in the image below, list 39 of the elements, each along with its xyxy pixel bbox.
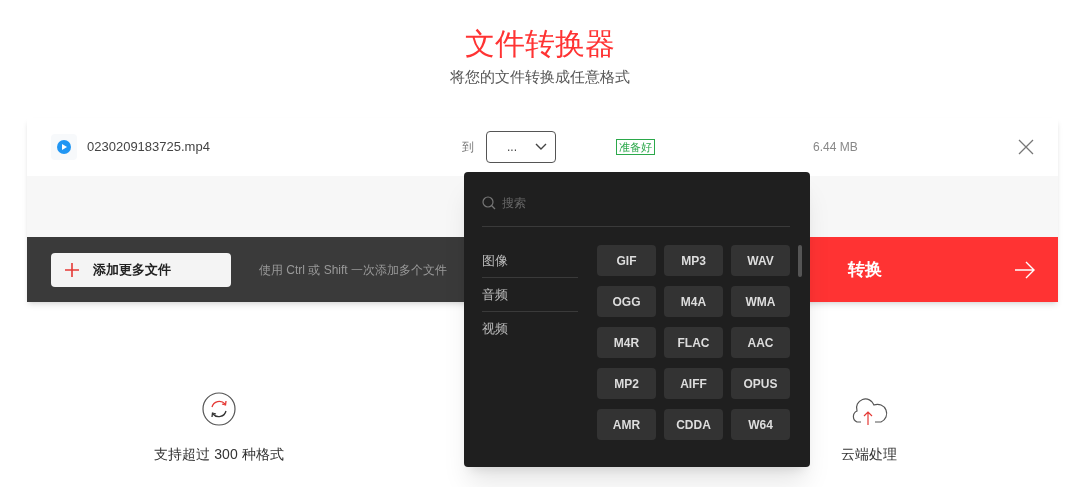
format-option[interactable]: FLAC bbox=[664, 327, 723, 358]
file-size: 6.44 MB bbox=[813, 139, 858, 156]
convert-button[interactable]: 转换 bbox=[810, 237, 1058, 302]
refresh-icon bbox=[202, 392, 236, 426]
to-label: 到 bbox=[462, 139, 474, 156]
format-select[interactable]: ... bbox=[486, 131, 556, 163]
format-option[interactable]: M4R bbox=[597, 327, 656, 358]
arrow-right-icon bbox=[1014, 260, 1036, 279]
category-item[interactable]: 视频 bbox=[482, 319, 508, 339]
format-option[interactable]: AAC bbox=[731, 327, 790, 358]
format-option[interactable]: AIFF bbox=[664, 368, 723, 399]
category-item[interactable]: 图像 bbox=[482, 250, 508, 271]
add-files-button[interactable]: 添加更多文件 bbox=[51, 252, 231, 287]
feature-label: 云端处理 bbox=[841, 445, 897, 464]
plus-icon bbox=[65, 262, 79, 277]
file-name: 0230209183725.mp4 bbox=[87, 138, 211, 157]
format-option[interactable]: OGG bbox=[597, 286, 656, 317]
page-title: 文件转换器 bbox=[465, 26, 615, 62]
format-option[interactable]: AMR bbox=[597, 409, 656, 440]
category-item[interactable]: 音频 bbox=[482, 284, 508, 305]
status-badge: 准备好 bbox=[616, 139, 655, 155]
video-file-icon bbox=[51, 134, 77, 160]
feature-label: 支持超过 300 种格式 bbox=[154, 445, 284, 464]
page-subtitle: 将您的文件转换成任意格式 bbox=[450, 67, 630, 87]
format-option[interactable]: OPUS bbox=[731, 368, 790, 399]
format-option[interactable]: WMA bbox=[731, 286, 790, 317]
format-option[interactable]: M4A bbox=[664, 286, 723, 317]
scrollbar[interactable] bbox=[798, 245, 802, 277]
hint-text: 使用 Ctrl 或 Shift 一次添加多个文件 bbox=[259, 261, 447, 279]
chevron-down-icon bbox=[535, 143, 547, 151]
format-option[interactable]: GIF bbox=[597, 245, 656, 276]
format-option[interactable]: MP3 bbox=[664, 245, 723, 276]
search-field[interactable]: 搜索 bbox=[502, 194, 762, 212]
format-option[interactable]: W64 bbox=[731, 409, 790, 440]
format-option[interactable]: WAV bbox=[731, 245, 790, 276]
search-icon bbox=[482, 196, 496, 210]
close-icon[interactable] bbox=[1018, 139, 1034, 155]
format-option[interactable]: MP2 bbox=[597, 368, 656, 399]
format-option[interactable]: CDDA bbox=[664, 409, 723, 440]
